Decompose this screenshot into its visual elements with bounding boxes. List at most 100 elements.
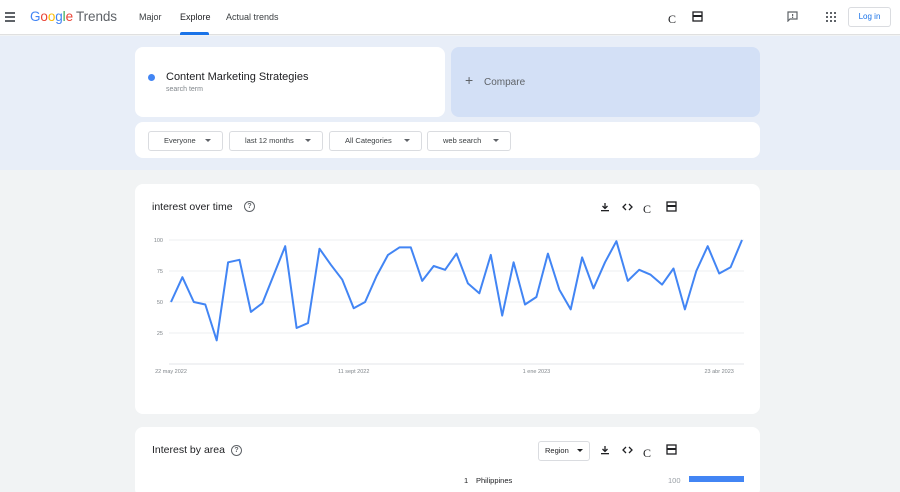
filter-category[interactable]: All Categories	[329, 131, 422, 151]
interest-over-time-panel: interest over time ? C 25 50 75 100 22 may 2…	[135, 184, 760, 414]
data-point[interactable]	[306, 321, 311, 326]
nav-major[interactable]: Major	[139, 12, 162, 22]
data-point[interactable]	[237, 257, 242, 262]
apps-grid-icon[interactable]	[826, 12, 836, 25]
data-point[interactable]	[717, 271, 722, 276]
data-point[interactable]	[340, 277, 345, 282]
top-bar: Google Trends Major Explore Actual trends…	[0, 0, 900, 35]
y-tick-label: 100	[154, 238, 163, 244]
search-term-card[interactable]: Content Marketing Strategies search term	[135, 47, 445, 117]
filter-region[interactable]: Everyone	[148, 131, 223, 151]
data-point[interactable]	[420, 278, 425, 283]
data-point[interactable]	[648, 272, 653, 277]
chevron-down-icon	[577, 449, 583, 452]
menu-icon[interactable]	[5, 12, 15, 22]
data-point[interactable]	[580, 255, 585, 260]
nav-explore[interactable]: Explore	[180, 12, 211, 22]
data-point[interactable]	[602, 260, 607, 265]
data-point[interactable]	[682, 307, 687, 312]
area-value: 100	[668, 476, 681, 485]
data-point[interactable]	[351, 306, 356, 311]
area-value-bar	[689, 476, 744, 482]
data-point[interactable]	[637, 267, 642, 272]
interest-by-area-panel: Interest by area ? Region C 1 Philippine…	[135, 427, 760, 492]
filter-time-range[interactable]: last 12 months	[229, 131, 323, 151]
data-point[interactable]	[328, 262, 333, 267]
data-point[interactable]	[248, 309, 253, 314]
data-point[interactable]	[671, 266, 676, 271]
help-icon[interactable]: ?	[231, 445, 242, 456]
data-point[interactable]	[694, 269, 699, 274]
data-point[interactable]	[545, 251, 550, 256]
data-point[interactable]	[660, 282, 665, 287]
download-icon[interactable]	[600, 445, 610, 458]
search-term-title[interactable]: Content Marketing Strategies	[166, 71, 308, 83]
y-tick-label: 75	[157, 269, 163, 275]
compare-label: Compare	[484, 77, 526, 88]
data-point[interactable]	[557, 287, 562, 292]
data-point[interactable]	[408, 245, 413, 250]
data-point[interactable]	[591, 286, 596, 291]
chevron-down-icon	[205, 139, 211, 142]
data-point[interactable]	[511, 260, 516, 265]
nav-actual-trends[interactable]: Actual trends	[226, 12, 279, 22]
data-point[interactable]	[271, 272, 276, 277]
data-point[interactable]	[614, 239, 619, 244]
data-point[interactable]	[397, 245, 402, 250]
data-point[interactable]	[523, 302, 528, 307]
data-point[interactable]	[169, 300, 174, 305]
feedback-icon[interactable]	[787, 11, 798, 25]
data-point[interactable]	[363, 300, 368, 305]
data-point[interactable]	[226, 260, 231, 265]
x-tick-label: 22 may 2022	[155, 369, 187, 375]
data-point[interactable]	[705, 244, 710, 249]
area-name[interactable]: Philippines	[476, 476, 512, 485]
data-point[interactable]	[317, 246, 322, 251]
data-point[interactable]	[203, 302, 208, 307]
data-point[interactable]	[568, 307, 573, 312]
data-point[interactable]	[443, 267, 448, 272]
data-point[interactable]	[625, 278, 630, 283]
data-point[interactable]	[454, 251, 459, 256]
data-point[interactable]	[180, 275, 185, 280]
login-button[interactable]: Log in	[848, 7, 891, 27]
embed-card-icon[interactable]	[692, 11, 703, 25]
y-tick-label: 25	[157, 331, 163, 337]
google-trends-logo[interactable]: Google Trends	[30, 9, 117, 24]
refresh-c-icon[interactable]: C	[643, 446, 651, 461]
region-select[interactable]: Region	[538, 441, 590, 461]
data-point[interactable]	[374, 273, 379, 278]
data-point[interactable]	[385, 252, 390, 257]
share-card-icon[interactable]	[666, 444, 677, 458]
data-point[interactable]	[214, 338, 219, 343]
plus-icon: +	[465, 72, 474, 88]
data-point[interactable]	[477, 291, 482, 296]
data-point[interactable]	[283, 244, 288, 249]
interest-over-time-chart: 25 50 75 100 22 may 2022 11 sept 2022 1 ene 20…	[154, 238, 745, 375]
x-tick-label: 1 ene 2023	[523, 369, 551, 375]
data-point[interactable]	[740, 238, 745, 243]
data-point[interactable]	[728, 265, 733, 270]
x-tick-label: 11 sept 2022	[338, 369, 369, 375]
filter-search-type[interactable]: web search	[427, 131, 511, 151]
interest-by-area-title: Interest by area	[152, 444, 225, 456]
compare-button[interactable]: + Compare	[451, 47, 760, 117]
filter-bar: Everyone last 12 months All Categories w…	[135, 122, 760, 158]
chevron-down-icon	[404, 139, 410, 142]
data-point[interactable]	[534, 295, 539, 300]
chevron-down-icon	[493, 139, 499, 142]
chevron-down-icon	[305, 139, 311, 142]
x-tick-label: 23 abr 2023	[704, 369, 733, 375]
data-point[interactable]	[488, 252, 493, 257]
search-term-type: search term	[166, 86, 203, 93]
data-point[interactable]	[191, 300, 196, 305]
data-point[interactable]	[465, 281, 470, 286]
data-point[interactable]	[294, 326, 299, 331]
data-point[interactable]	[431, 264, 436, 269]
term-color-dot	[148, 74, 155, 81]
refresh-c-icon[interactable]: C	[668, 12, 676, 27]
active-tab-indicator	[180, 32, 209, 35]
data-point[interactable]	[260, 301, 265, 306]
data-point[interactable]	[500, 313, 505, 318]
embed-code-icon[interactable]	[622, 445, 633, 458]
